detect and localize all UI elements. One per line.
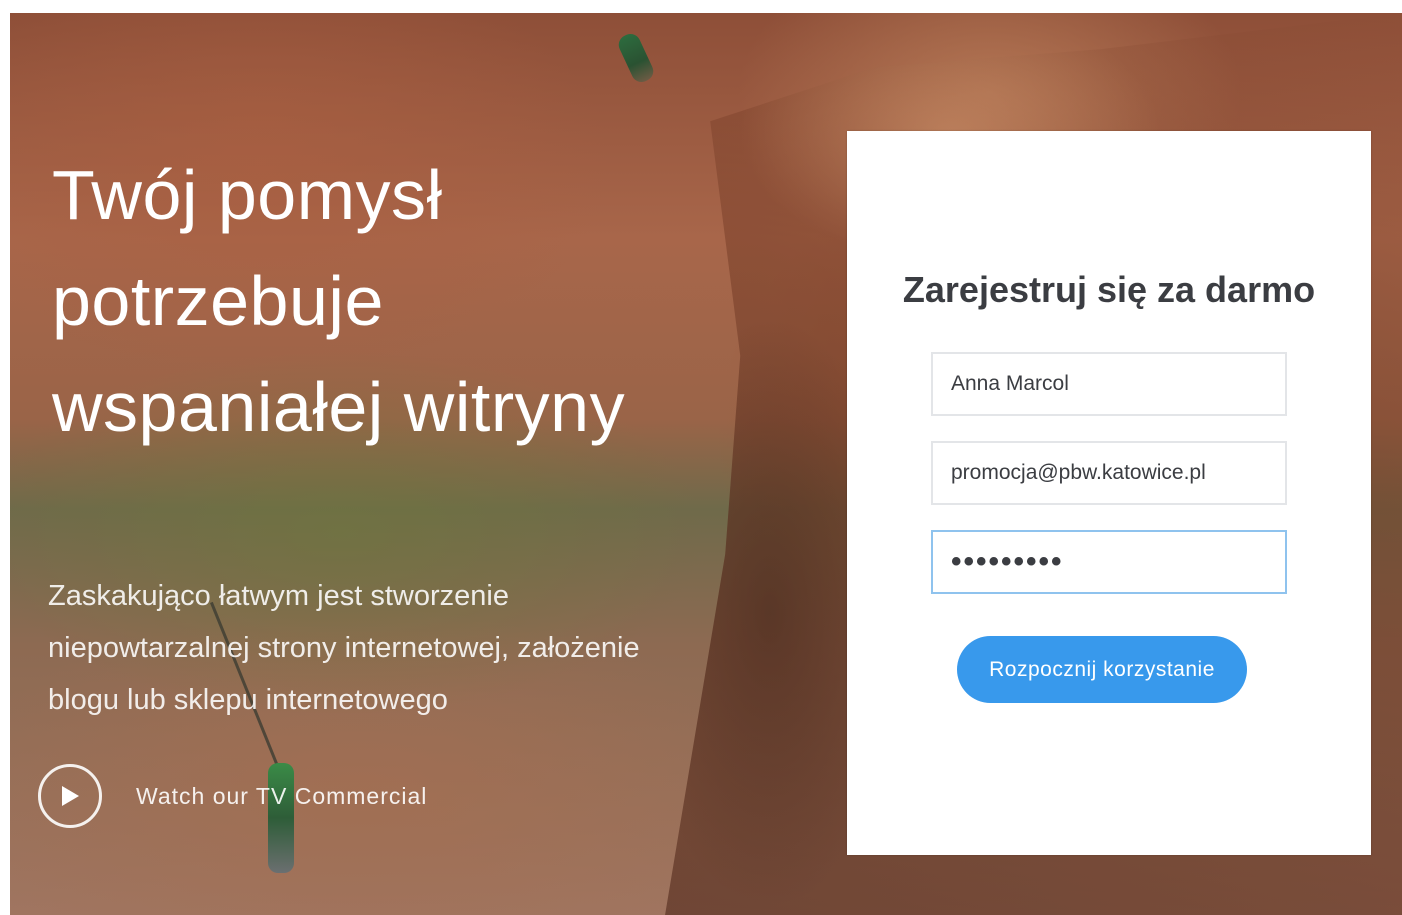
hero-subtext: Zaskakująco łatwym jest stworzenie niepo… bbox=[48, 580, 640, 716]
password-input[interactable] bbox=[931, 530, 1287, 594]
jumper-figure bbox=[615, 30, 657, 86]
play-triangle-icon bbox=[62, 786, 79, 806]
watch-commercial-label[interactable]: Watch our TV Commercial bbox=[136, 783, 427, 810]
start-button[interactable]: Rozpocznij korzystanie bbox=[957, 636, 1247, 703]
name-input[interactable] bbox=[931, 352, 1287, 416]
email-input[interactable] bbox=[931, 441, 1287, 505]
signup-title: Zarejestruj się za darmo bbox=[902, 269, 1316, 310]
hero-headline: Twój pomysł potrzebuje wspaniałej witryn… bbox=[52, 156, 626, 446]
watch-commercial-link[interactable]: Watch our TV Commercial bbox=[38, 760, 427, 832]
play-icon[interactable] bbox=[38, 764, 102, 828]
